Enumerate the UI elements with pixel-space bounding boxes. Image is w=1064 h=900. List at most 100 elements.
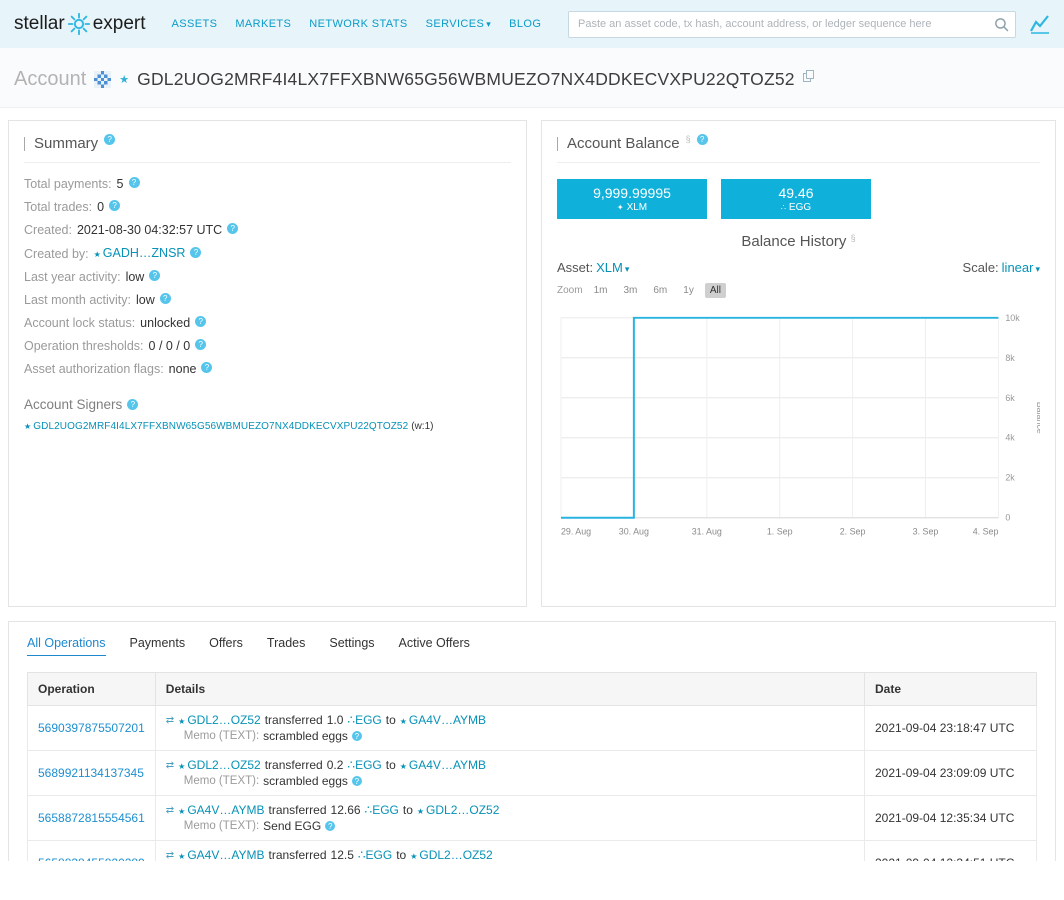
signer-address-link[interactable]: ★ GDL2UOG2MRF4I4LX7FFXBNW65G56WBMUEZO7NX4… (24, 421, 408, 432)
transfer-icon: ⇄ (165, 849, 175, 861)
info-icon[interactable]: ? (351, 776, 362, 786)
transfer-icon: ⇄ (165, 714, 175, 726)
from-account-link[interactable]: ★ GDL2…OZ52 (178, 758, 261, 772)
tab-offers[interactable]: Offers (209, 636, 243, 656)
operation-date: 2021-09-04 23:09:09 UTC (864, 750, 1037, 796)
to-account-link[interactable]: ★ GDL2…OZ52 (410, 848, 493, 861)
info-icon[interactable]: ? (127, 399, 139, 410)
zoom-6m-button[interactable]: 6m (648, 283, 672, 298)
nav-network-stats[interactable]: NETWORK STATS (309, 18, 407, 30)
operation-id-link[interactable]: 5658872815554561 (38, 811, 145, 825)
to-address: GA4V…AYMB (408, 758, 487, 772)
to-account-link[interactable]: ★ GA4V…AYMB (400, 713, 486, 727)
info-icon[interactable]: ? (195, 339, 207, 350)
svg-text:29. Aug: 29. Aug (561, 527, 591, 537)
creator-account-link[interactable]: ★ GADH…ZNSR (94, 242, 186, 266)
zoom-controls: Zoom 1m 3m 6m 1y All (557, 283, 1040, 298)
svg-text:2. Sep: 2. Sep (840, 527, 866, 537)
anchor-link-icon[interactable]: § (851, 233, 856, 243)
summary-field-year-activity: Last year activity: low? (24, 266, 511, 289)
balance-history-chart[interactable]: 0 2k 4k 6k 8k 10k 29. Aug 30. Aug 31. Aug 1. Sep 2… (557, 300, 1040, 549)
info-icon[interactable]: ? (195, 316, 207, 327)
info-icon[interactable]: ? (190, 246, 202, 258)
info-icon[interactable]: ? (696, 134, 708, 145)
field-label: Asset authorization flags: (24, 362, 164, 376)
account-balance-title-text: Account Balance (567, 135, 680, 152)
info-icon[interactable]: ? (109, 200, 121, 211)
field-label: Last year activity: (24, 270, 121, 284)
nav-markets[interactable]: MARKETS (235, 18, 291, 30)
tab-settings[interactable]: Settings (329, 636, 374, 656)
info-icon[interactable]: ? (159, 293, 171, 304)
zoom-1y-button[interactable]: 1y (678, 283, 699, 298)
info-icon[interactable]: ? (149, 270, 161, 281)
balance-tile-xlm[interactable]: 9,999.99995 ✦ XLM (557, 179, 707, 219)
info-icon[interactable]: ? (325, 821, 336, 831)
account-star-icon: ★ (24, 422, 32, 431)
top-navigation-bar: stellar expert ASSETS MARKETS NETWORK ST… (0, 0, 1064, 48)
to-account-link[interactable]: ★ GA4V…AYMB (400, 758, 486, 772)
egg-asset-code: EGG (788, 201, 812, 213)
search-icon[interactable] (994, 17, 1009, 32)
logo[interactable]: stellar expert (14, 12, 146, 36)
to-address: GDL2…OZ52 (426, 803, 500, 817)
from-address: GDL2…OZ52 (187, 713, 261, 727)
info-icon[interactable]: ? (104, 134, 116, 145)
copy-address-icon[interactable] (802, 70, 814, 82)
scale-selector[interactable]: Scale: linear ▾ (963, 260, 1040, 275)
zoom-all-button[interactable]: All (704, 283, 726, 298)
operation-memo: Memo (TEXT): scrambled eggs ? (166, 774, 854, 788)
nav-assets[interactable]: ASSETS (172, 18, 218, 30)
operation-row: 5658838455820289 ⇄ ★GA4V…AYMB transferre… (27, 840, 1037, 861)
account-star-icon: ★ (178, 717, 186, 726)
tab-active-offers[interactable]: Active Offers (399, 636, 470, 656)
logo-text-expert: expert (92, 13, 146, 34)
price-chart-icon[interactable] (1030, 14, 1050, 34)
info-icon[interactable]: ? (128, 177, 140, 188)
operation-id-link[interactable]: 5689921134137345 (38, 766, 144, 780)
transfer-icon: ⇄ (165, 804, 175, 816)
operation-memo: Memo (TEXT): scrambled eggs ? (166, 729, 854, 743)
nav-services[interactable]: SERVICES ▾ (426, 18, 492, 30)
svg-text:8k: 8k (1005, 353, 1015, 363)
tab-trades[interactable]: Trades (267, 636, 305, 656)
info-icon[interactable]: ? (227, 223, 239, 234)
account-star-icon: ★ (399, 762, 407, 771)
col-operation: Operation (27, 672, 156, 706)
tab-all-operations[interactable]: All Operations (27, 636, 106, 656)
from-account-link[interactable]: ★ GA4V…AYMB (178, 848, 264, 861)
asset-egg-link[interactable]: ∴EGG (365, 803, 399, 817)
operation-memo: Memo (TEXT): Send EGG ? (166, 819, 854, 833)
operation-id-link[interactable]: 5690397875507201 (38, 721, 145, 735)
from-account-link[interactable]: ★ GDL2…OZ52 (178, 713, 261, 727)
svg-text:6k: 6k (1005, 393, 1015, 403)
info-icon[interactable]: ? (351, 731, 362, 741)
account-star-icon: ★ (416, 807, 425, 816)
tab-payments[interactable]: Payments (130, 636, 186, 656)
asset-code: EGG (365, 848, 393, 861)
main-nav: ASSETS MARKETS NETWORK STATS SERVICES ▾ B… (172, 18, 542, 30)
zoom-1m-button[interactable]: 1m (589, 283, 613, 298)
operations-panel: All Operations Payments Offers Trades Se… (8, 621, 1056, 861)
asset-egg-link[interactable]: ∴EGG (347, 713, 381, 727)
info-icon[interactable]: ? (201, 362, 213, 373)
svg-text:31. Aug: 31. Aug (692, 527, 722, 537)
search-box (568, 10, 1016, 38)
account-balance-title: Account Balance § ? (557, 131, 1040, 163)
balance-tile-egg[interactable]: 49.46 ∴ EGG (721, 179, 871, 219)
asset-selector[interactable]: Asset: XLM ▾ (557, 260, 629, 275)
to-account-link[interactable]: ★ GDL2…OZ52 (417, 803, 500, 817)
asset-egg-link[interactable]: ∴EGG (347, 758, 381, 772)
zoom-3m-button[interactable]: 3m (618, 283, 642, 298)
field-value: low (136, 293, 155, 307)
nav-blog[interactable]: BLOG (509, 18, 541, 30)
operation-id-link[interactable]: 5658838455820289 (38, 856, 145, 861)
from-account-link[interactable]: ★ GA4V…AYMB (178, 803, 264, 817)
asset-egg-link[interactable]: ∴EGG (358, 848, 392, 861)
memo-label: Memo (TEXT): (183, 775, 260, 787)
memo-label: Memo (TEXT): (183, 820, 260, 832)
egg-asset-icon: ∴ (347, 758, 356, 772)
search-input[interactable] (568, 10, 1016, 38)
svg-text:10k: 10k (1005, 313, 1020, 323)
anchor-link-icon[interactable]: § (686, 134, 691, 144)
